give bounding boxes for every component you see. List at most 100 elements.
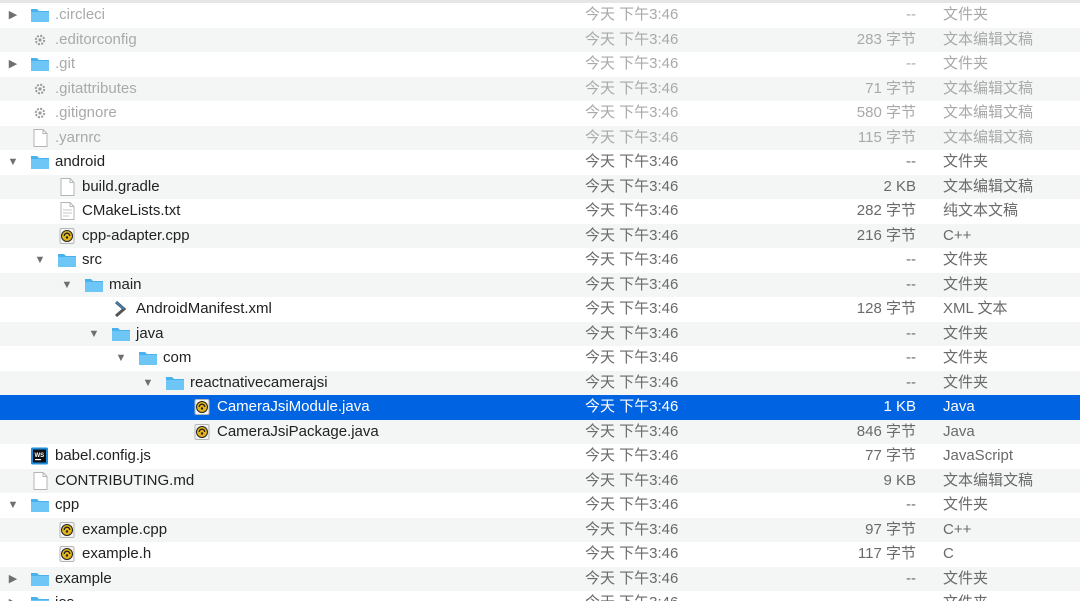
file-row[interactable]: ▼ android 今天 下午3:46 -- 文件夹 xyxy=(0,150,1080,175)
file-kind: 文件夹 xyxy=(943,251,989,268)
disclosure-expanded-icon[interactable]: ▼ xyxy=(141,375,155,391)
file-row[interactable]: CMakeLists.txt 今天 下午3:46 282 字节 纯文本文稿 xyxy=(0,199,1080,224)
file-row[interactable]: example.cpp 今天 下午3:46 97 字节 C++ xyxy=(0,517,1080,542)
file-row[interactable]: ▶ .circleci 今天 下午3:46 -- 文件夹 xyxy=(0,3,1080,28)
file-name: ios xyxy=(55,594,74,601)
folder-icon xyxy=(111,325,131,343)
file-size: -- xyxy=(906,324,916,342)
file-name: babel.config.js xyxy=(55,447,151,464)
file-name: CONTRIBUTING.md xyxy=(55,471,195,489)
file-name: java xyxy=(136,324,164,342)
file-row[interactable]: ▶ example 今天 下午3:46 -- 文件夹 xyxy=(0,566,1080,591)
file-size: -- xyxy=(906,569,916,587)
file-size: -- xyxy=(906,373,916,391)
file-row[interactable]: ▼ com 今天 下午3:46 -- 文件夹 xyxy=(0,346,1080,371)
disclosure-expanded-icon[interactable]: ▼ xyxy=(87,326,101,342)
file-kind: 文件夹 xyxy=(943,569,989,587)
config-file-icon xyxy=(30,80,50,98)
modified-date: 今天 下午3:46 xyxy=(585,226,679,244)
folder-icon xyxy=(165,374,185,392)
folder-icon xyxy=(30,153,50,171)
folder-icon xyxy=(30,594,50,601)
folder-icon xyxy=(30,6,50,24)
webstorm-file-icon: WS xyxy=(30,447,50,465)
file-row[interactable]: ▼ reactnativecamerajsi 今天 下午3:46 -- 文件夹 xyxy=(0,370,1080,395)
file-name: AndroidManifest.xml xyxy=(136,300,272,317)
file-row[interactable]: WS babel.config.js 今天 下午3:46 77 字节 JavaScrip… xyxy=(0,444,1080,469)
folder-icon xyxy=(138,349,158,367)
modified-date: 今天 下午3:46 xyxy=(585,275,679,293)
file-name: .gitignore xyxy=(55,104,117,121)
disclosure-collapsed-icon[interactable]: ▶ xyxy=(6,7,20,23)
file-name: example xyxy=(55,569,112,587)
file-kind: 文本编辑文稿 xyxy=(943,128,1034,146)
file-size: -- xyxy=(780,594,916,601)
svg-text:WS: WS xyxy=(35,453,45,459)
file-name: src xyxy=(82,251,102,268)
file-row[interactable]: ▼ src 今天 下午3:46 -- 文件夹 xyxy=(0,248,1080,273)
modified-date: 今天 下午3:46 xyxy=(585,324,679,342)
modified-date: 今天 下午3:46 xyxy=(585,177,679,195)
modified-date: 今天 下午3:46 xyxy=(585,251,679,268)
file-row[interactable]: AndroidManifest.xml 今天 下午3:46 128 字节 XML 文本 xyxy=(0,297,1080,322)
modified-date: 今天 下午3:46 xyxy=(585,79,679,97)
disclosure-expanded-icon[interactable]: ▼ xyxy=(114,350,128,366)
file-name: reactnativecamerajsi xyxy=(190,373,328,391)
file-kind: 文件夹 xyxy=(943,373,989,391)
file-size: 128 字节 xyxy=(856,300,916,317)
xml-file-icon xyxy=(111,300,131,318)
file-row[interactable]: CameraJsiModule.java 今天 下午3:46 1 KB Java xyxy=(0,395,1080,420)
file-row[interactable]: ▼ cpp 今天 下午3:46 -- 文件夹 xyxy=(0,493,1080,518)
modified-date: 今天 下午3:46 xyxy=(585,300,679,317)
file-name: CMakeLists.txt xyxy=(82,202,181,219)
folder-icon xyxy=(57,251,77,269)
file-row[interactable]: ▼ java 今天 下午3:46 -- 文件夹 xyxy=(0,321,1080,346)
disclosure-expanded-icon[interactable]: ▼ xyxy=(33,252,47,268)
disclosure-expanded-icon[interactable]: ▼ xyxy=(6,154,20,170)
file-kind: 文本编辑文稿 xyxy=(943,79,1034,97)
folder-icon xyxy=(30,570,50,588)
folder-icon xyxy=(30,55,50,73)
disclosure-collapsed-icon[interactable]: ▶ xyxy=(6,595,20,601)
file-row[interactable]: CameraJsiPackage.java 今天 下午3:46 846 字节 Java xyxy=(0,419,1080,444)
file-row[interactable]: .yarnrc 今天 下午3:46 115 字节 文本编辑文稿 xyxy=(0,125,1080,150)
file-size: -- xyxy=(906,6,916,23)
modified-date: 今天 下午3:46 xyxy=(585,55,679,72)
document-icon xyxy=(30,471,50,490)
modified-date: 今天 下午3:46 xyxy=(585,545,679,562)
file-kind: Java xyxy=(943,398,975,415)
file-row[interactable]: example.h 今天 下午3:46 117 字节 C xyxy=(0,542,1080,567)
file-row[interactable]: cpp-adapter.cpp 今天 下午3:46 216 字节 C++ xyxy=(0,223,1080,248)
file-kind: JavaScript xyxy=(943,447,1014,464)
file-row[interactable]: .editorconfig 今天 下午3:46 283 字节 文本编辑文稿 xyxy=(0,27,1080,52)
modified-date: 今天 下午3:46 xyxy=(585,471,679,489)
file-size: 846 字节 xyxy=(856,422,916,440)
text-file-icon xyxy=(57,202,77,220)
modified-date: 今天 下午3:46 xyxy=(585,30,679,48)
file-kind: C xyxy=(943,545,954,562)
file-row[interactable]: ▶ ios 今天 下午3:46 -- 文件夹 xyxy=(0,591,1080,601)
file-name: cpp-adapter.cpp xyxy=(82,226,190,244)
file-size: -- xyxy=(906,496,916,513)
file-kind: 文本编辑文稿 xyxy=(943,177,1034,195)
file-kind: 文件夹 xyxy=(943,349,989,366)
file-row[interactable]: .gitignore 今天 下午3:46 580 字节 文本编辑文稿 xyxy=(0,101,1080,126)
disclosure-expanded-icon[interactable]: ▼ xyxy=(60,277,74,293)
file-size: 97 字节 xyxy=(865,520,916,538)
file-row[interactable]: ▼ main 今天 下午3:46 -- 文件夹 xyxy=(0,272,1080,297)
disclosure-expanded-icon[interactable]: ▼ xyxy=(6,497,20,513)
modified-date: 今天 下午3:46 xyxy=(585,422,679,440)
file-name: example.h xyxy=(82,545,152,562)
file-size: -- xyxy=(906,55,916,72)
file-kind: 文本编辑文稿 xyxy=(943,30,1034,48)
file-row[interactable]: build.gradle 今天 下午3:46 2 KB 文本编辑文稿 xyxy=(0,174,1080,199)
source-file-icon xyxy=(57,545,77,563)
disclosure-collapsed-icon[interactable]: ▶ xyxy=(6,56,20,72)
file-row[interactable]: .gitattributes 今天 下午3:46 71 字节 文本编辑文稿 xyxy=(0,76,1080,101)
disclosure-collapsed-icon[interactable]: ▶ xyxy=(6,571,20,587)
file-row[interactable]: CONTRIBUTING.md 今天 下午3:46 9 KB 文本编辑文稿 xyxy=(0,468,1080,493)
file-list: ▶ .circleci 今天 下午3:46 -- 文件夹 .editorconfig 今天 … xyxy=(0,0,1080,601)
source-file-icon xyxy=(57,227,77,245)
file-row[interactable]: ▶ .git 今天 下午3:46 -- 文件夹 xyxy=(0,52,1080,77)
file-size: -- xyxy=(906,251,916,268)
